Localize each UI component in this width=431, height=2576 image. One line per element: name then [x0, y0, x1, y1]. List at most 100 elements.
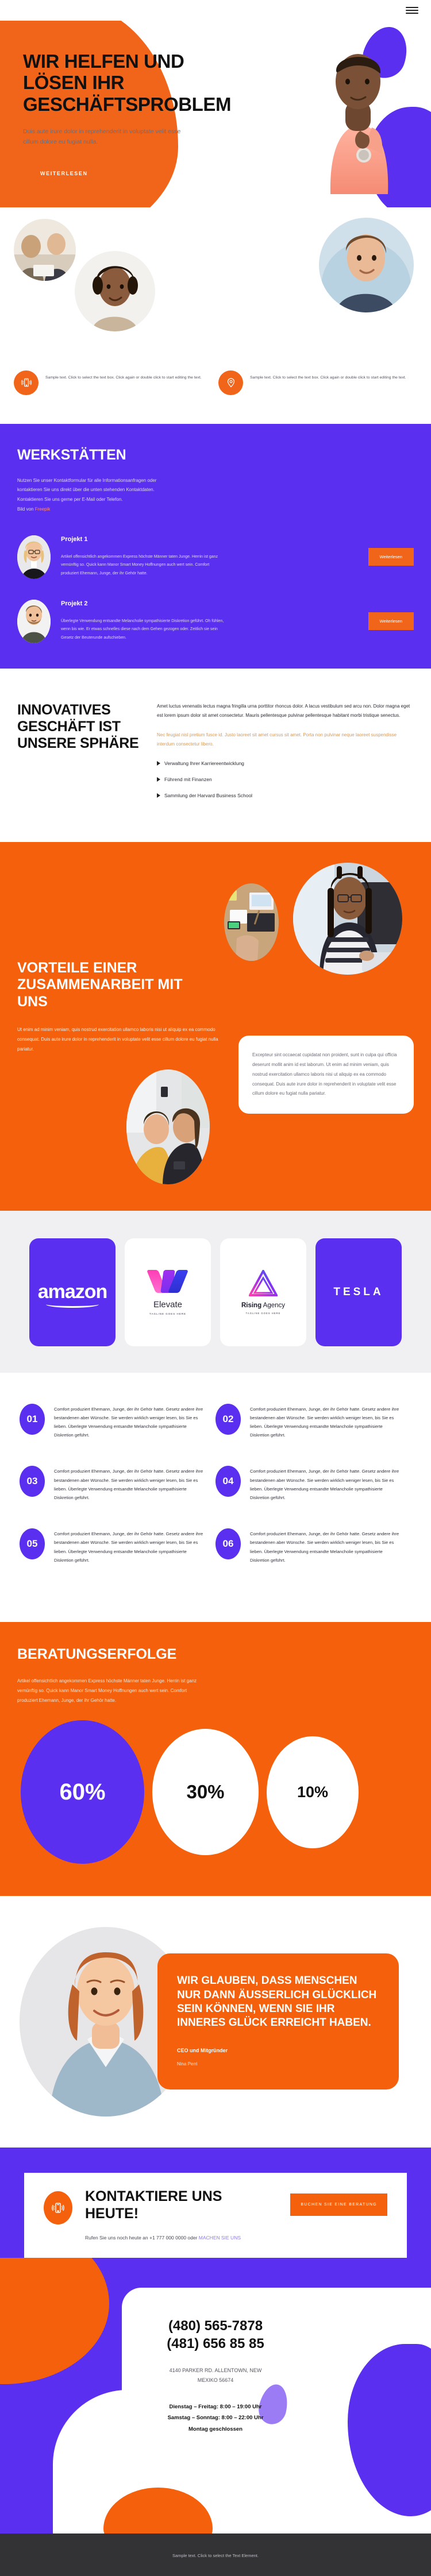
testimonial-author-name: Nina Perri — [177, 2061, 198, 2067]
feature-text: Sample text. Click to select the text bo… — [250, 375, 406, 380]
hamburger-menu-icon[interactable] — [406, 7, 418, 14]
workshops-lead-line3: Kontaktieren Sie uns gerne per E-Mail od… — [17, 497, 123, 503]
rising-agency-logo-tagline: TAGLINE GOES HERE — [245, 1311, 281, 1315]
workshops-lead-line2: kontaktieren Sie uns direkt über die unt… — [17, 487, 155, 493]
numbered-item-text: Comfort produziert Ehemann, Junge, der i… — [54, 1531, 203, 1563]
young-man-portrait-illustration — [319, 217, 414, 312]
stat-circle-2: 30% — [152, 1729, 259, 1856]
number-badge: 04 — [216, 1466, 241, 1497]
stats-lead: Artikel offensichtlich angekommen Expres… — [17, 1678, 197, 1703]
numbered-item-text: Comfort produziert Ehemann, Junge, der i… — [250, 1406, 399, 1438]
contact-link[interactable]: MACHEN SIE UNS — [199, 2235, 241, 2241]
top-bar — [0, 0, 431, 21]
numbered-item-text: Comfort produziert Ehemann, Junge, der i… — [54, 1469, 203, 1500]
feature-item: Sample text. Click to select the text bo… — [14, 370, 213, 395]
amazon-logo: amazon — [38, 1281, 107, 1308]
team-photo-2 — [75, 250, 155, 331]
testimonial-section: WIR GLAUBEN, DASS MENSCHEN NUR DANN ÄUSS… — [0, 1896, 431, 2148]
freepik-link[interactable]: Freepik — [35, 507, 51, 512]
benefits-left: Ut enim ad minim veniam, quis nostrud ex… — [17, 1025, 221, 1184]
project-avatar — [17, 599, 51, 643]
page-title: WIR HELFEN UND LÖSEN IHR GESCHÄFTSPROBLE… — [23, 51, 232, 115]
blonde-woman-avatar-illustration — [17, 535, 51, 579]
footer-hours: Dienstag – Freitag: 8:00 – 19:00 Uhr Sam… — [0, 2401, 431, 2435]
feature-item: Sample text. Click to select the text bo… — [218, 370, 417, 395]
bullet-item: Verwaltung Ihrer Karriereentwicklung — [157, 760, 414, 766]
contact-line-prefix: Rufen Sie uns noch heute an +1 777 000 0… — [85, 2235, 199, 2241]
bullet-label: Führend mit Finanzen — [164, 776, 212, 782]
stat-circle-1: 60% — [21, 1720, 144, 1864]
triangle-mark-glyph — [248, 1268, 279, 1296]
location-pin-glyph — [227, 378, 234, 388]
benefits-card-text: Excepteur sint occaecat cupidatat non pr… — [252, 1052, 397, 1096]
bullet-item: Sammlung der Harvard Business School — [157, 793, 414, 798]
woman-portrait-illustration — [75, 250, 155, 331]
image-credit-prefix: Bild von — [17, 506, 35, 512]
footer-address: 4140 PARKER RD. ALLENTOWN, NEW MEXIKO 56… — [147, 2366, 284, 2385]
workshops-section: WERKSTÄTTEN Nutzen Sie unser Kontaktform… — [0, 423, 431, 669]
hero-subtitle: Duis aute irure dolor in reprehenderit i… — [23, 128, 181, 146]
footer-address-line1: 4140 PARKER RD. ALLENTOWN, NEW — [169, 2367, 262, 2373]
innovative-right: Amet luctus venenatis lectus magna fring… — [157, 702, 414, 809]
project-read-more-button[interactable]: Weiterlesen — [368, 548, 414, 566]
book-consultation-button[interactable]: BUCHEN SIE EINE BERATUNG — [290, 2193, 387, 2216]
logo-card-tesla[interactable]: TESLA — [315, 1238, 402, 1346]
mobile-vibrate-icon — [44, 2191, 72, 2225]
portrait-gallery — [0, 213, 431, 368]
benefits-title: VORTEILE EINER ZUSAMMENARBEIT MIT UNS — [17, 959, 183, 1010]
copyright-text: Sample text. Click to select the Text El… — [172, 2553, 259, 2559]
numbered-item: 06 Comfort produziert Ehemann, Junge, de… — [216, 1528, 411, 1565]
two-women-illustration — [126, 1069, 210, 1184]
numbered-item: 04 Comfort produziert Ehemann, Junge, de… — [216, 1466, 411, 1502]
stats-row: 60% 30% 10% — [17, 1720, 414, 1864]
logo-card-amazon[interactable]: amazon — [29, 1238, 116, 1346]
numbered-list-section: 01 Comfort produziert Ehemann, Junge, de… — [0, 1372, 431, 1622]
project-avatar — [17, 535, 51, 579]
numbered-item: 05 Comfort produziert Ehemann, Junge, de… — [20, 1528, 216, 1565]
logo-card-rising-agency[interactable]: Rising Agency TAGLINE GOES HERE — [220, 1238, 306, 1346]
footer-phone-1[interactable]: (480) 565-7878 — [0, 2318, 431, 2335]
elevate-logo-label: Elevate — [153, 1300, 183, 1310]
stats-title: BERATUNGSERFOLGE — [17, 1646, 177, 1662]
desk-workspace-photo — [224, 883, 279, 961]
logo-card-elevate[interactable]: Elevate TAGLINE GOES HERE — [125, 1238, 211, 1346]
woman-at-laptop-photo — [293, 862, 402, 975]
testimonial-quote: WIR GLAUBEN, DASS MENSCHEN NUR DANN ÄUSS… — [177, 1975, 377, 2029]
contact-card: KONTAKTIERE UNS HEUTE! Rufen Sie uns noc… — [24, 2173, 407, 2258]
triangle-bullet-icon — [157, 777, 160, 782]
elevate-logo-tagline: TAGLINE GOES HERE — [149, 1312, 186, 1316]
numbered-item-text: Comfort produziert Ehemann, Junge, der i… — [250, 1531, 399, 1563]
stats-section: BERATUNGSERFOLGE Artikel offensichtlich … — [0, 1621, 431, 1897]
contact-section: KONTAKTIERE UNS HEUTE! Rufen Sie uns noc… — [0, 2148, 431, 2534]
innovative-accent-text: Nec feugiat nisl pretium fusce id. Justo… — [157, 732, 397, 747]
bullet-label: Verwaltung Ihrer Karriereentwicklung — [164, 760, 244, 766]
triangle-bullet-icon — [157, 760, 160, 766]
elevate-logo: Elevate TAGLINE GOES HERE — [146, 1269, 189, 1316]
amazon-smile-icon — [46, 1301, 99, 1308]
footer-phone-2[interactable]: (481) 656 85 85 — [0, 2335, 431, 2353]
footer-content: (480) 565-7878 (481) 656 85 85 4140 PARK… — [0, 2258, 431, 2435]
bearded-man-avatar-illustration — [17, 599, 51, 643]
desk-top-view-illustration — [224, 883, 279, 961]
bullet-label: Sammlung der Harvard Business School — [164, 792, 253, 798]
numbered-item: 02 Comfort produziert Ehemann, Junge, de… — [216, 1403, 411, 1440]
project-description: Überlegte Verwendung entsandte Melanchol… — [61, 619, 224, 640]
benefits-section: VORTEILE EINER ZUSAMMENARBEIT MIT UNS Ut… — [0, 841, 431, 1211]
footer-phones: (480) 565-7878 (481) 656 85 85 — [0, 2318, 431, 2353]
project-body: Projekt 1 Artikel offensichtlich angekom… — [61, 536, 358, 578]
project-row: Projekt 1 Artikel offensichtlich angekom… — [17, 535, 414, 579]
hero-cta-button[interactable]: WEITERLESEN — [23, 162, 105, 184]
testimonial-role: CEO und Mitgründer — [177, 2047, 228, 2053]
number-badge: 03 — [20, 1466, 45, 1497]
rising-bold: Rising — [241, 1301, 262, 1309]
workshops-title: WERKSTÄTTEN — [17, 446, 126, 463]
hero-section: WIR HELFEN UND LÖSEN IHR GESCHÄFTSPROBLE… — [0, 21, 431, 207]
tesla-logo-label: TESLA — [333, 1285, 384, 1298]
project-read-more-button[interactable]: Weiterlesen — [368, 612, 414, 631]
contact-line: Rufen Sie uns noch heute an +1 777 000 0… — [85, 2235, 278, 2241]
number-badge: 01 — [20, 1403, 45, 1435]
rising-agency-mark-icon — [248, 1268, 279, 1296]
features-row: Sample text. Click to select the text bo… — [0, 368, 431, 424]
footer-hours-line: Dienstag – Freitag: 8:00 – 19:00 Uhr — [169, 2403, 262, 2410]
workshops-lead-line1: Nutzen Sie unser Kontaktformular für all… — [17, 477, 157, 483]
